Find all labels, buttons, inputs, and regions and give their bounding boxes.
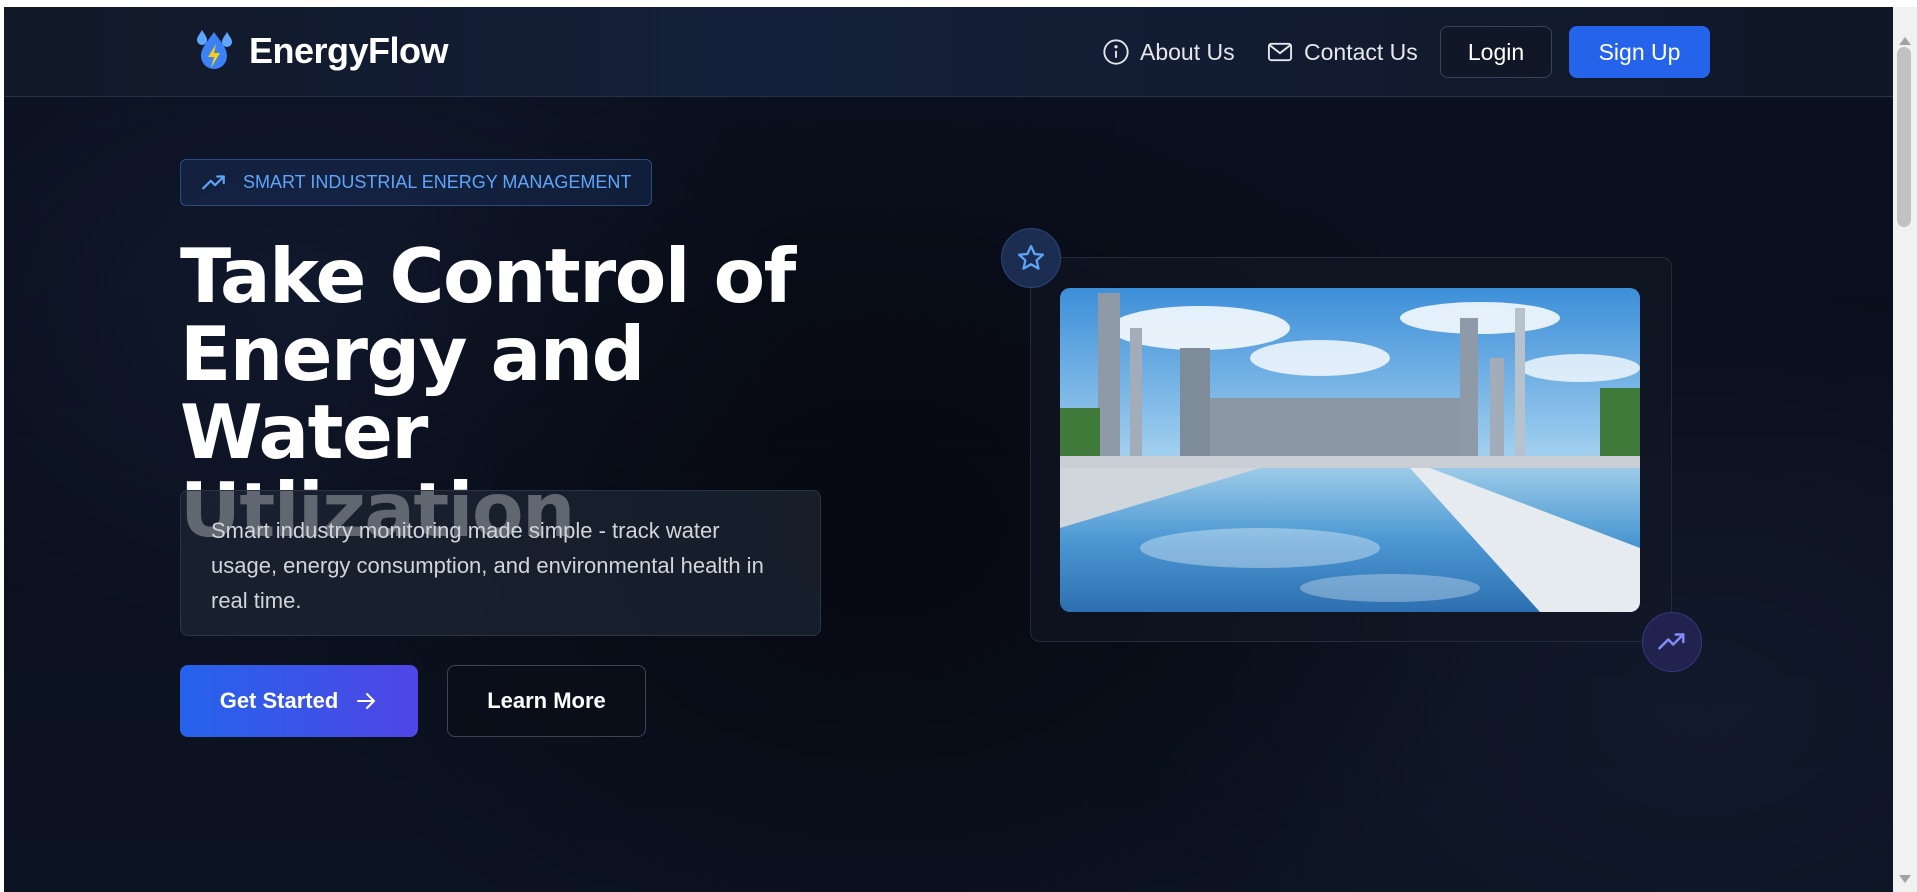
- page-viewport: EnergyFlow About Us Contact Us Login Sig…: [4, 7, 1893, 892]
- brand-name: EnergyFlow: [249, 30, 449, 71]
- scrollbar-thumb[interactable]: [1897, 47, 1911, 227]
- hero-description-text: Smart industry monitoring made simple - …: [211, 518, 764, 613]
- signup-button[interactable]: Sign Up: [1569, 26, 1710, 78]
- image-star-badge: [1001, 228, 1061, 288]
- login-button[interactable]: Login: [1440, 26, 1552, 78]
- nav-about-label: About Us: [1140, 38, 1235, 65]
- info-circle-icon: [1103, 39, 1129, 65]
- nav-about-link[interactable]: About Us: [1102, 26, 1235, 78]
- brand-logo[interactable]: EnergyFlow: [189, 26, 449, 76]
- nav-contact-label: Contact Us: [1304, 38, 1418, 65]
- vertical-scrollbar[interactable]: [1893, 7, 1917, 892]
- mail-icon: [1267, 42, 1293, 62]
- water-drops-lightning-icon: [189, 26, 239, 76]
- site-header: EnergyFlow About Us Contact Us Login Sig…: [4, 7, 1893, 97]
- hero-badge: SMART INDUSTRIAL ENERGY MANAGEMENT: [180, 159, 653, 206]
- image-trend-badge: [1642, 612, 1702, 672]
- nav-contact-link[interactable]: Contact Us: [1266, 26, 1418, 78]
- scroll-up-arrow-icon[interactable]: [1899, 37, 1911, 45]
- get-started-button[interactable]: Get Started: [180, 665, 418, 737]
- hero-title-line-1: Take Control of: [180, 232, 796, 320]
- trending-up-icon: [202, 174, 225, 189]
- arrow-right-icon: [357, 693, 376, 709]
- hero-description: Smart industry monitoring made simple - …: [180, 490, 821, 636]
- learn-more-button[interactable]: Learn More: [447, 665, 646, 737]
- get-started-label: Get Started: [219, 688, 339, 713]
- industrial-plant-image: [1060, 288, 1640, 612]
- trending-up-icon: [1658, 633, 1685, 650]
- hero-title-line-2: Energy and Water: [180, 310, 645, 476]
- star-icon: [1018, 245, 1044, 270]
- hero-badge-label: SMART INDUSTRIAL ENERGY MANAGEMENT: [243, 172, 632, 192]
- scroll-down-arrow-icon[interactable]: [1899, 875, 1911, 883]
